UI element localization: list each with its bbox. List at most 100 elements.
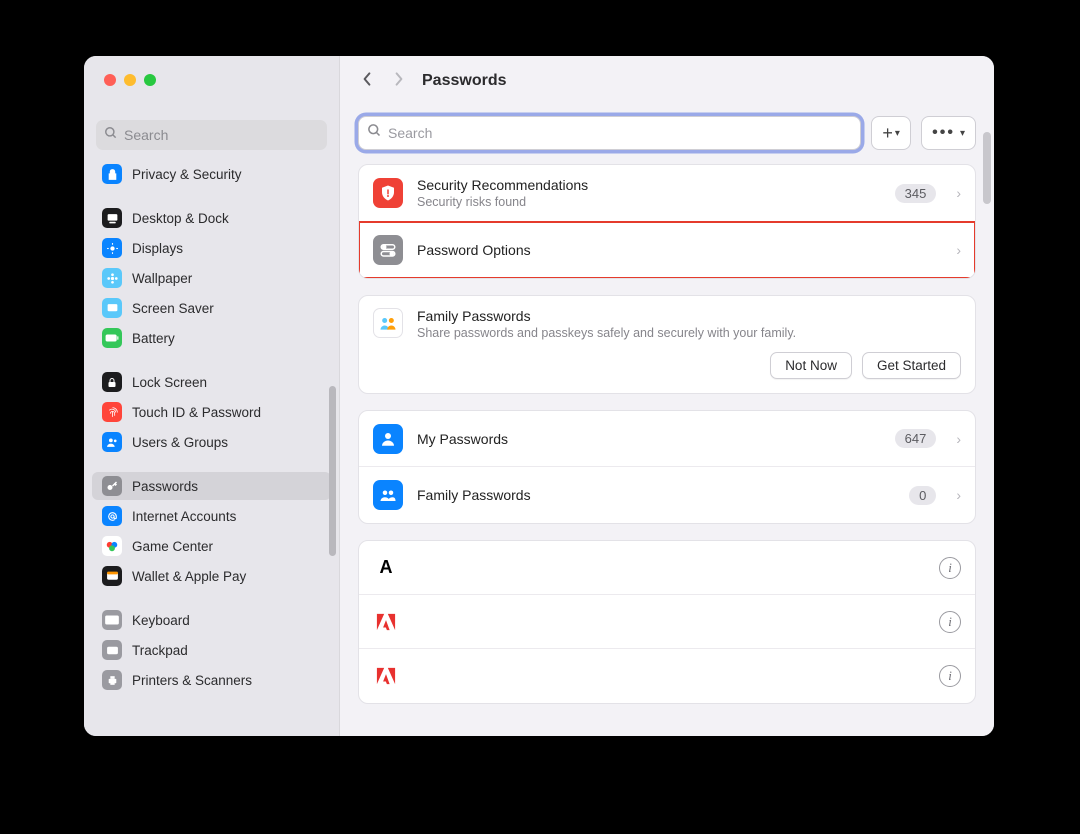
- group-family-promo: Family Passwords Share passwords and pas…: [358, 295, 976, 394]
- back-button[interactable]: [358, 71, 376, 92]
- toggles-icon: [373, 235, 403, 265]
- add-password-button[interactable]: + ▾: [871, 116, 911, 150]
- site-favicon: [373, 663, 399, 689]
- battery-icon: [102, 328, 122, 348]
- info-button[interactable]: i: [939, 557, 961, 579]
- sidebar-item-game-center[interactable]: Game Center: [92, 532, 331, 560]
- content-scroll[interactable]: Security Recommendations Security risks …: [340, 156, 994, 736]
- sidebar-item-screen-saver[interactable]: Screen Saver: [92, 294, 331, 322]
- wallet-icon: [102, 566, 122, 586]
- plus-icon: +: [882, 123, 893, 144]
- flower-icon: [102, 268, 122, 288]
- sidebar-item-label: Trackpad: [132, 643, 188, 658]
- shield-alert-icon: [373, 178, 403, 208]
- more-actions-button[interactable]: ••• ▾: [921, 116, 976, 150]
- row-subtitle: Security risks found: [417, 195, 881, 209]
- sidebar-item-label: Touch ID & Password: [132, 405, 261, 420]
- not-now-button[interactable]: Not Now: [770, 352, 852, 379]
- get-started-button[interactable]: Get Started: [862, 352, 961, 379]
- at-icon: [102, 506, 122, 526]
- toolbar: + ▾ ••• ▾: [340, 106, 994, 156]
- person-icon: [373, 424, 403, 454]
- sidebar-item-wallet-apple-pay[interactable]: Wallet & Apple Pay: [92, 562, 331, 590]
- sidebar-item-internet-accounts[interactable]: Internet Accounts: [92, 502, 331, 530]
- info-button[interactable]: i: [939, 611, 961, 633]
- site-favicon: A: [373, 555, 399, 581]
- row-body: Security Recommendations Security risks …: [417, 177, 881, 209]
- sidebar-item-displays[interactable]: Displays: [92, 234, 331, 262]
- row-security-recommendations[interactable]: Security Recommendations Security risks …: [359, 165, 975, 222]
- ellipsis-icon: •••: [932, 124, 955, 142]
- sidebar-item-printers-scanners[interactable]: Printers & Scanners: [92, 666, 331, 694]
- settings-window: Privacy & Security Desktop & DockDisplays…: [84, 56, 994, 736]
- sidebar-item-touch-id-password[interactable]: Touch ID & Password: [92, 398, 331, 426]
- gamecenter-icon: [102, 536, 122, 556]
- entry-label-redacted: [413, 609, 925, 635]
- sidebar-search[interactable]: [96, 120, 327, 150]
- password-entry-row[interactable]: i: [359, 649, 975, 703]
- row-subtitle: Share passwords and passkeys safely and …: [417, 326, 961, 340]
- main-pane: Passwords + ▾ ••• ▾: [340, 56, 994, 736]
- passwords-search[interactable]: [358, 116, 861, 150]
- sidebar-scrollbar[interactable]: [329, 216, 337, 646]
- sidebar-item-users-groups[interactable]: Users & Groups: [92, 428, 331, 456]
- close-window-button[interactable]: [104, 74, 116, 86]
- entry-label-redacted: [413, 663, 925, 689]
- row-family-promo: Family Passwords Share passwords and pas…: [359, 296, 975, 352]
- dock-icon: [102, 208, 122, 228]
- sidebar-item-lock-screen[interactable]: Lock Screen: [92, 368, 331, 396]
- sidebar-item-label: Wallpaper: [132, 271, 192, 286]
- screensaver-icon: [102, 298, 122, 318]
- password-entry-row[interactable]: Ai: [359, 541, 975, 595]
- fingerprint-icon: [102, 402, 122, 422]
- password-entry-row[interactable]: i: [359, 595, 975, 649]
- sidebar-item-label: Battery: [132, 331, 175, 346]
- users-icon: [102, 432, 122, 452]
- count-badge: 0: [909, 486, 936, 505]
- chevron-right-icon: ›: [956, 487, 961, 503]
- row-title: Family Passwords: [417, 487, 895, 503]
- info-button[interactable]: i: [939, 665, 961, 687]
- sidebar-item-label: Screen Saver: [132, 301, 214, 316]
- sidebar-item-battery[interactable]: Battery: [92, 324, 331, 352]
- window-traffic-lights: [84, 56, 339, 104]
- sidebar-item-keyboard[interactable]: Keyboard: [92, 606, 331, 634]
- row-title: Security Recommendations: [417, 177, 881, 193]
- sidebar-item-label: Keyboard: [132, 613, 190, 628]
- main-scroll-thumb[interactable]: [983, 132, 991, 204]
- page-title: Passwords: [422, 72, 506, 90]
- lock-icon: [102, 372, 122, 392]
- row-title: Password Options: [417, 242, 936, 258]
- trackpad-icon: [102, 640, 122, 660]
- sidebar-item-wallpaper[interactable]: Wallpaper: [92, 264, 331, 292]
- forward-button[interactable]: [390, 71, 408, 92]
- row-body: Password Options: [417, 242, 936, 258]
- printer-icon: [102, 670, 122, 690]
- sidebar-item-desktop-dock[interactable]: Desktop & Dock: [92, 204, 331, 232]
- row-body: My Passwords: [417, 431, 881, 447]
- sidebar-item-trackpad[interactable]: Trackpad: [92, 636, 331, 664]
- sidebar-scroll-thumb[interactable]: [329, 386, 336, 556]
- row-body: Family Passwords Share passwords and pas…: [417, 308, 961, 340]
- sidebar-search-input[interactable]: [124, 127, 319, 143]
- zoom-window-button[interactable]: [144, 74, 156, 86]
- family-promo-actions: Not Now Get Started: [359, 352, 975, 393]
- sidebar-item-label: Lock Screen: [132, 375, 207, 390]
- sidebar-item-passwords[interactable]: Passwords: [92, 472, 331, 500]
- sidebar-item-privacy-security[interactable]: Privacy & Security: [92, 160, 331, 188]
- count-badge: 647: [895, 429, 937, 448]
- family-icon: [373, 308, 403, 338]
- entry-label-redacted: [413, 555, 925, 581]
- row-title: My Passwords: [417, 431, 881, 447]
- sidebar-item-label: Users & Groups: [132, 435, 228, 450]
- row-password-options[interactable]: Password Options ›: [359, 222, 975, 278]
- sidebar-item-label: Internet Accounts: [132, 509, 236, 524]
- group-password-entries: Aiii: [358, 540, 976, 704]
- count-badge: 345: [895, 184, 937, 203]
- hand-privacy-icon: [102, 164, 122, 184]
- minimize-window-button[interactable]: [124, 74, 136, 86]
- passwords-search-input[interactable]: [388, 125, 852, 141]
- row-family-passwords[interactable]: Family Passwords 0 ›: [359, 467, 975, 523]
- chevron-down-icon: ▾: [895, 128, 900, 139]
- row-my-passwords[interactable]: My Passwords 647 ›: [359, 411, 975, 467]
